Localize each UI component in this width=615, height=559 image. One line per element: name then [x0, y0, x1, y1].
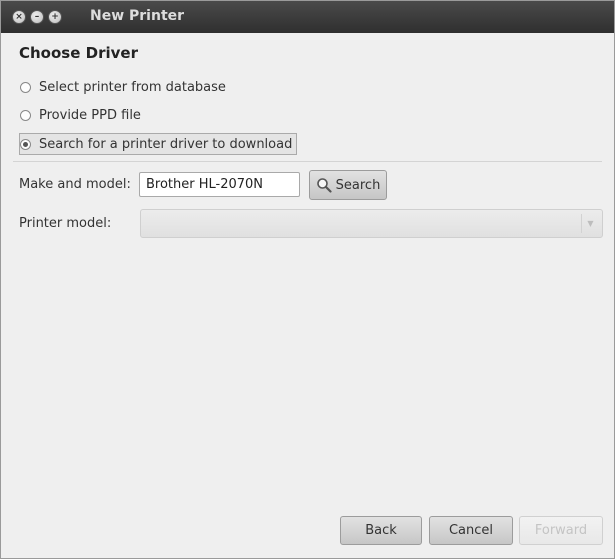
option-label: Search for a printer driver to download [39, 136, 293, 152]
forward-button-label: Forward [534, 523, 588, 538]
radio-checked-icon[interactable] [20, 138, 31, 150]
back-button[interactable]: Back [340, 516, 422, 545]
title-bar: × – + New Printer [1, 1, 614, 33]
option-provide-ppd-file[interactable]: Provide PPD file [20, 105, 141, 125]
page-heading: Choose Driver [19, 44, 138, 62]
printer-model-dropdown[interactable]: ▼ [140, 209, 603, 238]
back-button-label: Back [365, 523, 397, 538]
search-button[interactable]: Search [309, 170, 387, 200]
separator [13, 161, 602, 162]
option-search-driver-download[interactable]: Search for a printer driver to download [19, 133, 298, 155]
cancel-button[interactable]: Cancel [429, 516, 513, 545]
close-window-button[interactable]: × [12, 10, 26, 24]
cancel-button-label: Cancel [448, 523, 494, 538]
option-label: Provide PPD file [39, 107, 141, 123]
maximize-icon: + [51, 11, 59, 22]
search-button-label: Search [335, 177, 381, 193]
window-title: New Printer [90, 8, 185, 24]
maximize-window-button[interactable]: + [48, 10, 62, 24]
option-select-from-database[interactable]: Select printer from database [20, 77, 226, 97]
radio-unchecked-icon[interactable] [20, 109, 31, 121]
make-and-model-input[interactable]: Brother HL-2070N [139, 172, 300, 197]
forward-button[interactable]: Forward [519, 516, 603, 545]
minimize-icon: – [34, 11, 40, 22]
close-icon: × [15, 11, 23, 22]
dropdown-arrow-icon: ▼ [581, 214, 599, 233]
make-and-model-label: Make and model: [19, 177, 131, 192]
option-label: Select printer from database [39, 79, 226, 95]
new-printer-dialog: × – + New Printer Choose Driver Select p… [0, 0, 615, 559]
magnifier-icon [316, 178, 332, 193]
printer-model-label: Printer model: [19, 216, 112, 231]
minimize-window-button[interactable]: – [30, 10, 44, 24]
radio-unchecked-icon[interactable] [20, 81, 31, 93]
